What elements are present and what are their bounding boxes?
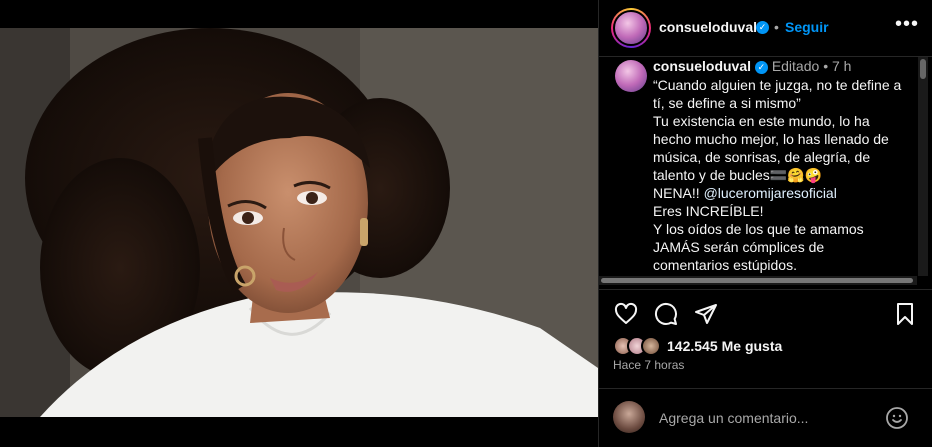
verified-badge-icon: ✓ xyxy=(756,21,769,34)
caption-age[interactable]: 7 h xyxy=(832,58,851,74)
caption-line: comentarios estúpidos. xyxy=(653,257,797,273)
caption-line: música, de sonrisas, de alegría, de xyxy=(653,149,871,165)
share-icon[interactable] xyxy=(692,300,720,328)
caption-line: tí, se define a si mismo” xyxy=(653,95,801,111)
current-user-avatar xyxy=(613,401,645,433)
post-header: consueloduval ✓ • Seguir ••• xyxy=(599,0,932,56)
header-dot: • xyxy=(774,19,779,35)
edited-label: Editado xyxy=(771,58,820,74)
post-sidebar: consueloduval ✓ • Seguir ••• consueloduv… xyxy=(599,0,932,447)
actions-divider xyxy=(599,289,932,290)
caption-line: “Cuando alguien te juzga, no te define a xyxy=(653,77,902,93)
post-photo[interactable] xyxy=(0,28,598,417)
instagram-post-dialog: consueloduval ✓ • Seguir ••• consueloduv… xyxy=(0,0,932,447)
liker-avatar xyxy=(641,336,661,356)
bookmark-icon[interactable] xyxy=(891,300,919,328)
caption-text: “Cuando alguien te juzga, no te define a… xyxy=(653,76,915,274)
verified-badge-icon: ✓ xyxy=(754,60,768,74)
caption-line: Tu existencia en este mundo, lo ha xyxy=(653,113,870,129)
caption-line: NENA!! @luceromijaresoficial xyxy=(653,184,915,202)
caption-separator: • xyxy=(823,58,829,74)
comment-input[interactable] xyxy=(659,407,899,429)
follow-button[interactable]: Seguir xyxy=(785,19,829,35)
caption-horizontal-scrollbar[interactable] xyxy=(599,276,917,285)
post-timestamp[interactable]: Hace 7 horas xyxy=(613,358,684,372)
caption-line-text: NENA!! xyxy=(653,185,704,201)
scrollbar-thumb[interactable] xyxy=(920,59,926,79)
likes-row[interactable]: 142.545 Me gusta xyxy=(613,336,782,356)
photo-pane xyxy=(0,0,598,447)
caption-area: consueloduval ✓ Editado • 7 h “Cuando al… xyxy=(599,57,932,287)
author-username[interactable]: consueloduval xyxy=(659,19,757,35)
emoji-icon[interactable] xyxy=(885,406,909,430)
caption-vertical-scrollbar[interactable] xyxy=(918,57,928,276)
comment-icon[interactable] xyxy=(652,300,680,328)
portrait-image xyxy=(0,28,598,417)
scrollbar-thumb[interactable] xyxy=(601,278,913,283)
caption-line: JAMÁS serán cómplices de xyxy=(653,239,825,255)
caption-line: Eres INCREÍBLE! xyxy=(653,203,764,219)
caption-line: hecho mucho mejor, lo has llenado de xyxy=(653,131,889,147)
caption-emojis: 🟰🤗🤪 xyxy=(769,167,823,183)
likes-label: Me gusta xyxy=(721,338,783,354)
caption-avatar[interactable] xyxy=(615,60,647,92)
caption-line-text: talento y de bucles xyxy=(653,167,770,183)
heart-icon[interactable] xyxy=(612,300,640,328)
caption-line: Y los oídos de los que te amamos xyxy=(653,221,864,237)
likes-count: 142.545 xyxy=(667,338,718,354)
comment-composer xyxy=(599,389,932,447)
caption-line: talento y de bucles🟰🤗🤪 xyxy=(653,166,915,184)
action-bar xyxy=(599,300,932,330)
more-icon[interactable]: ••• xyxy=(895,13,919,36)
author-avatar[interactable] xyxy=(611,8,651,48)
caption-header: consueloduval ✓ Editado • 7 h xyxy=(653,58,851,74)
caption-username[interactable]: consueloduval xyxy=(653,58,751,74)
mention-link[interactable]: @luceromijaresoficial xyxy=(704,185,837,201)
